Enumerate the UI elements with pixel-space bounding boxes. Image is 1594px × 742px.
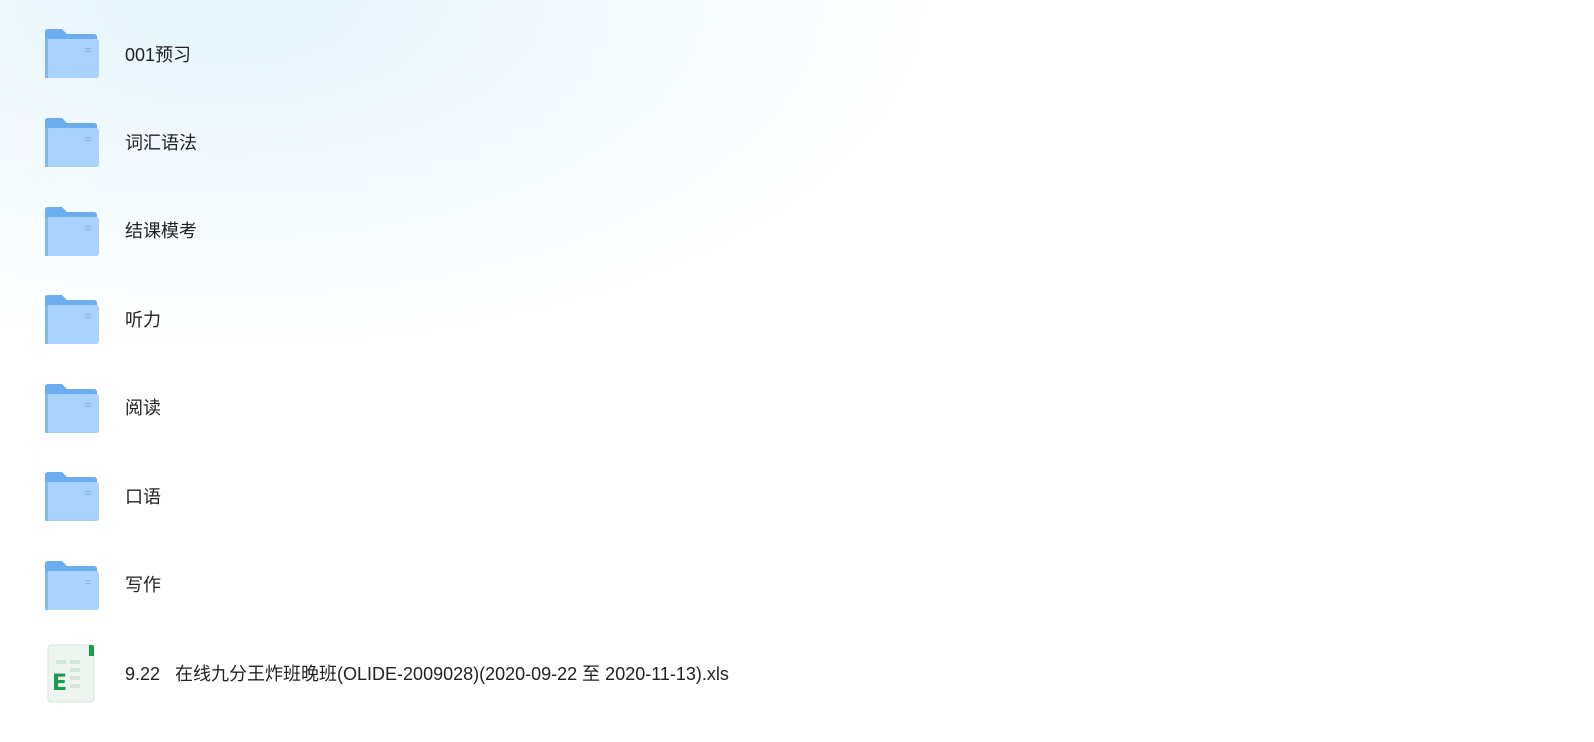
file-name: 结课模考 xyxy=(125,221,197,241)
list-item-folder[interactable]: 结课模考 xyxy=(0,187,1594,275)
file-name: 阅读 xyxy=(125,398,161,418)
excel-file-icon: E xyxy=(44,644,100,703)
file-name: 9.22 在线九分王炸班晚班(OLIDE-2009028)(2020-09-22… xyxy=(125,664,729,684)
folder-icon xyxy=(44,117,100,173)
list-item-folder[interactable]: 口语 xyxy=(0,453,1594,541)
folder-icon xyxy=(44,560,100,616)
folder-icon xyxy=(44,383,100,439)
svg-text:E: E xyxy=(52,671,67,696)
folder-icon xyxy=(44,206,100,262)
file-list: 001预习 词汇语法 结课模考 听力 阅读 口语 写作 E 9.22 在线九分王… xyxy=(0,0,1594,742)
list-item-folder[interactable]: 阅读 xyxy=(0,364,1594,452)
list-item-folder[interactable]: 写作 xyxy=(0,541,1594,629)
list-item-folder[interactable]: 词汇语法 xyxy=(0,99,1594,187)
list-item-folder[interactable]: 听力 xyxy=(0,276,1594,364)
file-name: 写作 xyxy=(125,575,161,595)
folder-icon xyxy=(44,28,100,84)
list-item-spreadsheet[interactable]: E 9.22 在线九分王炸班晚班(OLIDE-2009028)(2020-09-… xyxy=(0,630,1594,718)
folder-icon xyxy=(44,471,100,527)
file-name: 听力 xyxy=(125,310,161,330)
file-name: 001预习 xyxy=(125,45,192,65)
list-item-folder[interactable]: 001预习 xyxy=(0,10,1594,98)
file-name: 口语 xyxy=(125,487,161,507)
folder-icon xyxy=(44,294,100,350)
file-name: 词汇语法 xyxy=(125,133,197,153)
